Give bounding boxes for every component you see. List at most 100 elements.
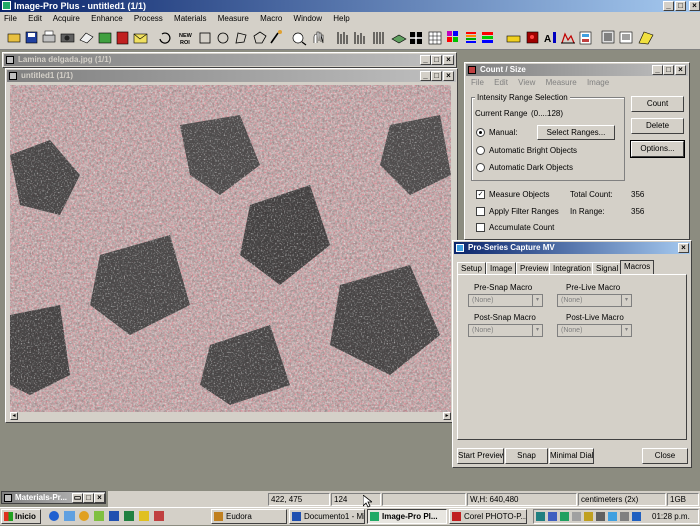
menu-process[interactable]: Process <box>134 14 163 23</box>
menu-bar: File Edit Acquire Enhance Process Materi… <box>0 12 700 26</box>
auto-bright-radio[interactable] <box>476 146 485 155</box>
folder-icon <box>139 511 149 521</box>
svg-text:ROI: ROI <box>180 40 190 46</box>
lamina-titlebar[interactable]: Lamina delgada.jpg (1/1) _ □ × <box>4 54 455 66</box>
quick-launch <box>46 509 201 524</box>
count-menu-file[interactable]: File <box>471 78 484 87</box>
menu-macro[interactable]: Macro <box>260 14 282 23</box>
status-mem: 1GB <box>667 493 699 506</box>
count-maximize-button[interactable]: □ <box>663 65 674 75</box>
materials-minimized-window[interactable]: Materials-Pr... ▭ □ × <box>1 491 106 504</box>
capture-titlebar[interactable]: Pro-Series Capture MV × <box>454 242 690 254</box>
count-button[interactable]: Count <box>631 96 684 112</box>
count-menu-measure[interactable]: Measure <box>546 78 577 87</box>
untitled-close-button[interactable]: × <box>443 71 454 81</box>
start-button[interactable]: Inicio <box>1 509 41 524</box>
maximize-button[interactable]: □ <box>675 1 686 11</box>
start-preview-button[interactable]: Start Preview <box>457 448 504 464</box>
task-documento-label: Documento1 - Mi... <box>304 512 365 521</box>
tab-macros[interactable]: Macros <box>620 260 655 275</box>
eraser-icon <box>79 32 94 44</box>
minimize-button[interactable]: _ <box>663 1 674 11</box>
delete-button[interactable]: Delete <box>631 118 684 134</box>
close-capture-button[interactable]: Close <box>642 448 688 464</box>
accumulate-checkbox[interactable] <box>476 223 485 232</box>
post-live-select[interactable]: (None) ▾ <box>557 324 632 337</box>
tray-icon-6 <box>596 512 605 521</box>
apply-filter-checkbox[interactable] <box>476 207 485 216</box>
options-button[interactable]: Options... <box>630 140 685 158</box>
quick-launch-icons[interactable] <box>46 509 201 524</box>
menu-window[interactable]: Window <box>294 14 322 23</box>
grid-icon <box>428 31 442 45</box>
lamina-close-button[interactable]: × <box>443 55 454 65</box>
materials-close-button[interactable]: × <box>94 493 105 503</box>
manual-radio[interactable] <box>476 128 485 137</box>
pre-live-label: Pre-Live Macro <box>566 283 621 292</box>
mail-icon <box>133 33 148 44</box>
untitled-maximize-button[interactable]: □ <box>431 71 442 81</box>
svg-text:NEW: NEW <box>179 33 193 39</box>
lamina-maximize-button[interactable]: □ <box>431 55 442 65</box>
count-menu-view[interactable]: View <box>518 78 535 87</box>
crosshair-icon <box>410 32 422 44</box>
menu-help[interactable]: Help <box>333 14 349 23</box>
tray-icons[interactable] <box>536 511 646 523</box>
system-tray: 01:28 p.m. <box>533 509 699 524</box>
menu-measure[interactable]: Measure <box>218 14 249 23</box>
auto-dark-radio[interactable] <box>476 163 485 172</box>
task-eudora[interactable]: Eudora <box>211 509 287 524</box>
windows-logo-icon <box>4 512 13 521</box>
pre-snap-select[interactable]: (None) ▾ <box>468 294 543 307</box>
task-corel[interactable]: Corel PHOTO-P... <box>449 509 527 524</box>
horizontal-scrollbar[interactable]: ◂ ▸ <box>10 412 451 420</box>
auto-bright-label: Automatic Bright Objects <box>489 146 578 155</box>
task-imagepro[interactable]: Image-Pro Pl... <box>367 509 447 524</box>
select-ranges-button[interactable]: Select Ranges... <box>537 125 615 140</box>
clock: 01:28 p.m. <box>652 512 690 521</box>
task-documento[interactable]: Documento1 - Mi... <box>289 509 365 524</box>
materials-restore-button[interactable]: ▭ <box>72 493 83 503</box>
menu-materials[interactable]: Materials <box>174 14 206 23</box>
untitled-window[interactable]: untitled1 (1/1) _ □ × ◂ ▸ <box>5 68 458 423</box>
film-strip-icon <box>579 31 592 45</box>
menu-edit[interactable]: Edit <box>28 14 42 23</box>
screen-icon <box>619 31 633 44</box>
post-snap-select[interactable]: (None) ▾ <box>468 324 543 337</box>
count-size-titlebar[interactable]: Count / Size _ □ × <box>466 64 688 76</box>
close-button[interactable]: × <box>689 1 700 11</box>
chevron-down-icon: ▾ <box>532 325 542 336</box>
lamina-minimize-button[interactable]: _ <box>420 55 431 65</box>
snap-button[interactable]: Snap <box>505 448 548 464</box>
status-value: 124 <box>331 493 381 506</box>
count-size-title: Count / Size <box>480 65 526 74</box>
new-roi-icon: NEWROI <box>179 33 193 46</box>
accumulate-label: Accumulate Count <box>489 223 555 232</box>
count-close-button[interactable]: × <box>675 65 686 75</box>
lamina-window[interactable]: Lamina delgada.jpg (1/1) _ □ × <box>2 52 457 68</box>
minimal-dialog-button[interactable]: Minimal Dialog <box>549 448 594 464</box>
layers-icon <box>391 34 407 44</box>
scroll-right-button[interactable]: ▸ <box>443 412 451 420</box>
app-titlebar: Image-Pro Plus - untitled1 (1/1) _ □ × <box>0 0 700 12</box>
histogram-icon <box>337 32 348 44</box>
menu-enhance[interactable]: Enhance <box>91 14 123 23</box>
untitled-minimize-button[interactable]: _ <box>420 71 431 81</box>
count-menu-image[interactable]: Image <box>587 78 609 87</box>
measure-objects-checkbox[interactable]: ✓ <box>476 190 485 199</box>
zoom-icon <box>313 31 324 44</box>
menu-file[interactable]: File <box>4 14 17 23</box>
corel-icon <box>452 512 461 521</box>
pre-live-select[interactable]: (None) ▾ <box>557 294 632 307</box>
untitled-titlebar[interactable]: untitled1 (1/1) _ □ × <box>7 70 456 82</box>
microscopy-image[interactable] <box>10 85 451 412</box>
app-icon-2 <box>94 511 104 521</box>
scroll-left-button[interactable]: ◂ <box>10 412 18 420</box>
menu-acquire[interactable]: Acquire <box>53 14 80 23</box>
network-icon <box>632 512 641 521</box>
count-minimize-button[interactable]: _ <box>652 65 663 75</box>
capture-icon <box>456 244 464 252</box>
materials-maximize-button[interactable]: □ <box>83 493 94 503</box>
capture-close-button[interactable]: × <box>678 243 689 253</box>
count-menu-edit[interactable]: Edit <box>494 78 508 87</box>
